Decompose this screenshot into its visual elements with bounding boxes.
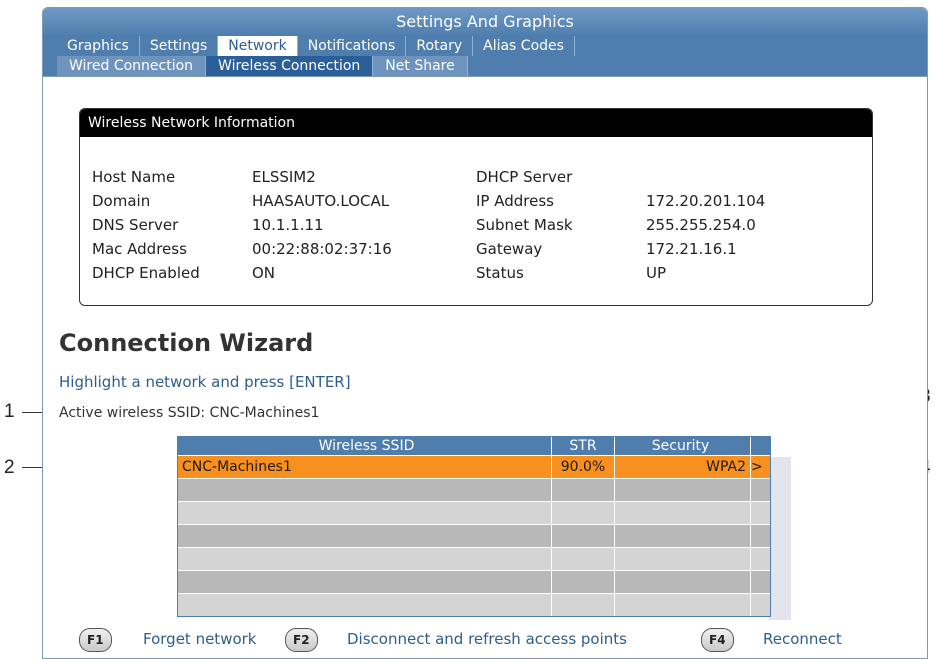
table-row[interactable] <box>178 570 770 593</box>
wireless-info-header: Wireless Network Information <box>80 109 872 137</box>
wireless-networks-table: Wireless SSID STR Security CNC-Machines1… <box>177 436 771 617</box>
subtab-wireless-connection[interactable]: Wireless Connection <box>206 56 374 76</box>
wizard-instruction: Highlight a network and press [ENTER] <box>59 373 351 391</box>
table-row[interactable]: CNC-Machines1 90.0% WPA2 > <box>178 455 770 478</box>
window-title: Settings And Graphics <box>43 8 927 36</box>
tab-network[interactable]: Network <box>218 36 298 56</box>
main-tabs: Graphics Settings Network Notifications … <box>43 36 927 56</box>
subnet-mask-label: Subnet Mask <box>476 216 573 234</box>
security-column-header[interactable]: Security <box>615 437 751 455</box>
connection-wizard-title: Connection Wizard <box>59 329 314 357</box>
dhcp-server-label: DHCP Server <box>476 168 573 186</box>
ip-address-label: IP Address <box>476 192 554 210</box>
str-cell: 90.0% <box>552 456 615 478</box>
gateway-value: 172.21.16.1 <box>646 240 737 258</box>
subnet-mask-value: 255.255.254.0 <box>646 216 756 234</box>
forget-network-label[interactable]: Forget network <box>143 630 257 648</box>
status-label: Status <box>476 264 524 282</box>
security-cell: WPA2 <box>615 456 751 478</box>
f4-key-button[interactable]: F4 <box>701 628 734 652</box>
mac-address-value: 00:22:88:02:37:16 <box>252 240 392 258</box>
tab-notifications[interactable]: Notifications <box>298 36 407 56</box>
row-arrow-icon: > <box>751 459 763 475</box>
mac-address-label: Mac Address <box>92 240 187 258</box>
table-row[interactable] <box>178 547 770 570</box>
dns-server-value: 10.1.1.11 <box>252 216 324 234</box>
network-subtabs: Wired Connection Wireless Connection Net… <box>43 56 927 77</box>
host-name-value: ELSSIM2 <box>252 168 316 186</box>
dhcp-enabled-value: ON <box>252 264 276 282</box>
str-column-header[interactable]: STR <box>552 437 615 455</box>
f2-key-button[interactable]: F2 <box>285 628 318 652</box>
settings-window: Settings And Graphics Graphics Settings … <box>42 7 928 659</box>
reconnect-label[interactable]: Reconnect <box>763 630 842 648</box>
table-row[interactable] <box>178 524 770 547</box>
f1-key-button[interactable]: F1 <box>79 628 112 652</box>
disconnect-refresh-label[interactable]: Disconnect and refresh access points <box>347 630 627 648</box>
active-ssid-text: Active wireless SSID: CNC-Machines1 <box>59 405 320 421</box>
table-row[interactable] <box>178 501 770 524</box>
status-value: UP <box>646 264 667 282</box>
tab-graphics[interactable]: Graphics <box>57 36 140 56</box>
callout-2: 2 <box>4 457 15 478</box>
dhcp-enabled-label: DHCP Enabled <box>92 264 200 282</box>
extra-column-header <box>751 437 769 455</box>
callout-1: 1 <box>4 401 15 422</box>
ssid-column-header[interactable]: Wireless SSID <box>178 437 552 455</box>
domain-label: Domain <box>92 192 151 210</box>
domain-value: HAASAUTO.LOCAL <box>252 192 390 210</box>
host-name-label: Host Name <box>92 168 176 186</box>
tab-alias-codes[interactable]: Alias Codes <box>473 36 575 56</box>
gateway-label: Gateway <box>476 240 543 258</box>
dns-server-label: DNS Server <box>92 216 179 234</box>
table-header: Wireless SSID STR Security <box>178 437 770 455</box>
table-row[interactable] <box>178 478 770 501</box>
tab-settings[interactable]: Settings <box>140 36 219 56</box>
ssid-cell: CNC-Machines1 <box>178 456 552 478</box>
subtab-net-share[interactable]: Net Share <box>373 56 468 76</box>
tab-rotary[interactable]: Rotary <box>406 36 474 56</box>
wireless-info-panel: Wireless Network Information Host Name E… <box>79 108 873 306</box>
table-row[interactable] <box>178 593 770 616</box>
subtab-wired-connection[interactable]: Wired Connection <box>57 56 207 76</box>
table-scroll-track[interactable] <box>769 457 791 620</box>
ip-address-value: 172.20.201.104 <box>646 192 766 210</box>
